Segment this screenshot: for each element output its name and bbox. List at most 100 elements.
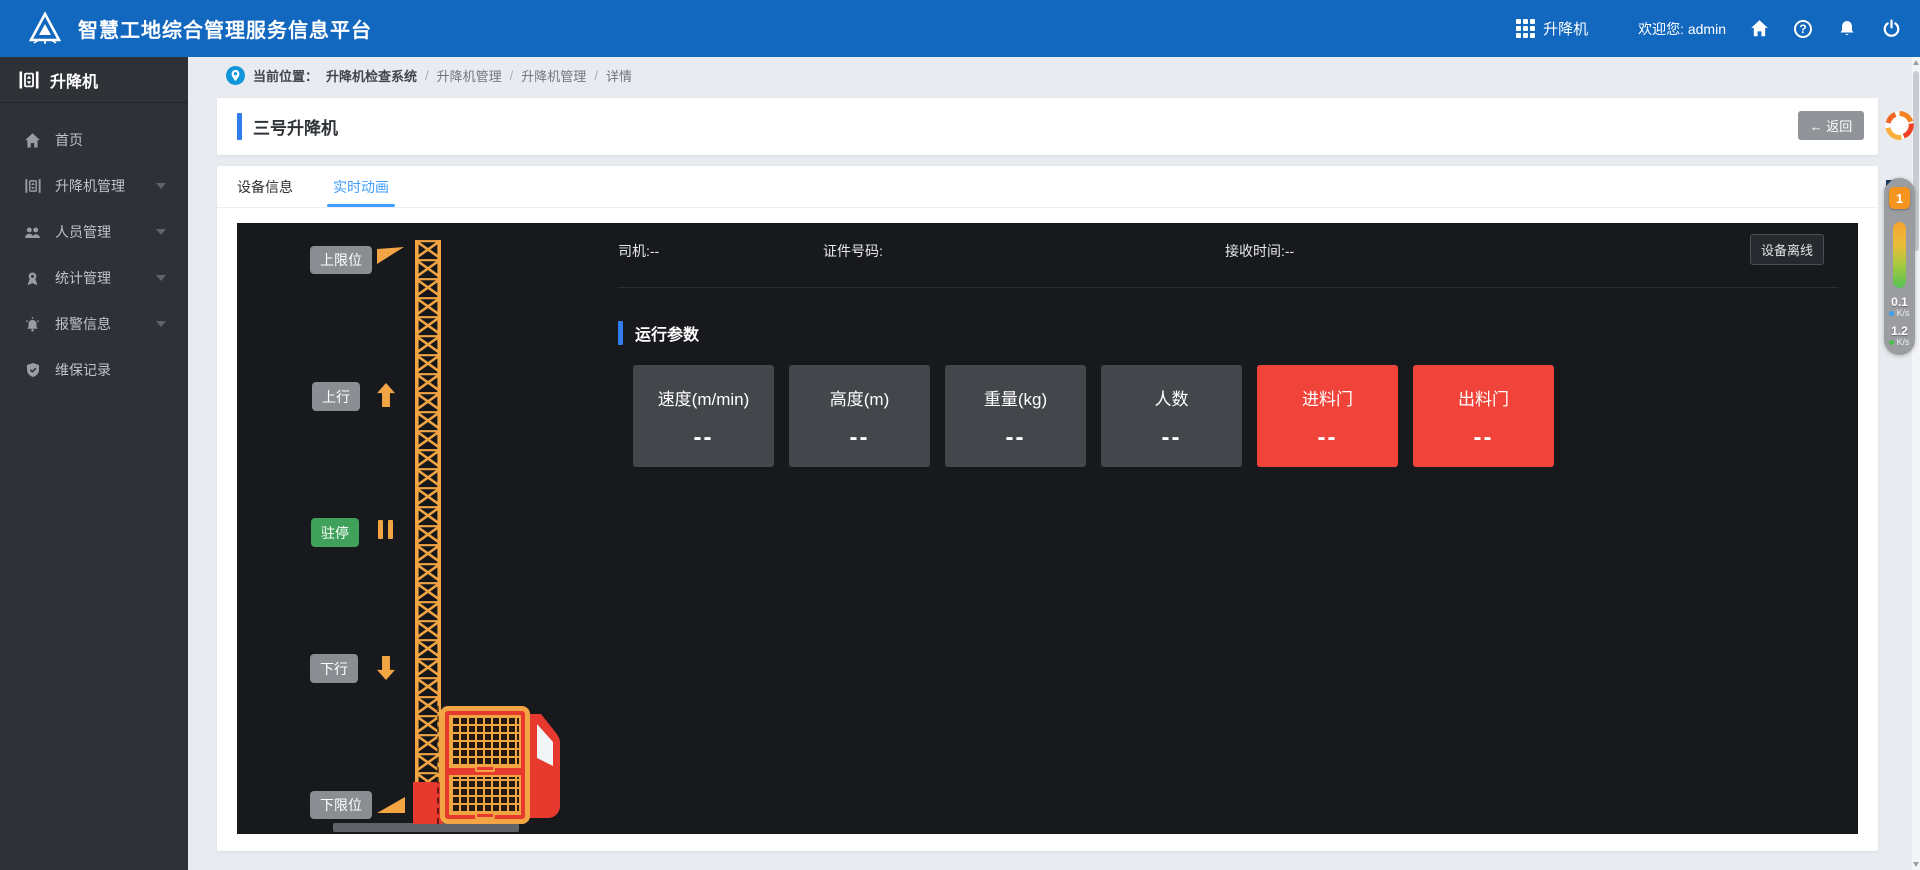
tab-realtime-animation[interactable]: 实时动画 [333, 166, 389, 207]
hoist-icon [18, 70, 40, 90]
pause-icon [378, 520, 393, 539]
sidebar-item-personnel-management[interactable]: 人员管理 [0, 209, 188, 255]
network-speed-widget[interactable]: 1 0.1 K/s 1.2 K/s [1884, 178, 1915, 355]
upload-dot-icon [1889, 340, 1894, 345]
param-card-height: 高度(m) -- [789, 365, 930, 467]
cage-mesh-panel [449, 775, 521, 815]
cage-latch [475, 765, 495, 772]
sidebar-item-label: 升降机管理 [55, 176, 125, 196]
location-pin-icon [226, 66, 245, 85]
medal-icon [24, 270, 41, 287]
home-button[interactable] [1748, 18, 1770, 40]
tab-device-info[interactable]: 设备信息 [237, 166, 293, 207]
state-ascend: 上行 [312, 382, 360, 411]
welcome-text: 欢迎您: admin [1638, 19, 1726, 39]
breadcrumb-item: 详情 [606, 66, 632, 85]
brand-logo-icon [26, 10, 64, 48]
sidebar-item-maintenance-records[interactable]: 维保记录 [0, 347, 188, 393]
scroll-up-arrow-icon[interactable] [1913, 60, 1919, 65]
username: admin [1688, 21, 1726, 37]
power-button[interactable] [1880, 18, 1902, 40]
panel-divider [618, 287, 1838, 288]
param-card-inlet-door: 进料门 -- [1257, 365, 1398, 467]
receive-time-info: 接收时间:-- [1225, 241, 1294, 261]
back-button[interactable]: ← 返回 [1798, 111, 1864, 140]
sidebar: 升降机 首页 升降机管理 人员管理 [0, 57, 188, 870]
breadcrumb: 当前位置： 升降机检查系统 / 升降机管理 / 升降机管理 / 详情 [226, 66, 632, 85]
param-label: 高度(m) [789, 385, 930, 410]
breadcrumb-root[interactable]: 升降机检查系统 [326, 66, 417, 85]
certificate-info: 证件号码: [823, 241, 883, 261]
section-title: 运行参数 [635, 321, 699, 345]
app-switcher[interactable]: 升降机 [1516, 18, 1588, 39]
driver-info: 司机:-- [618, 241, 659, 261]
active-tab-indicator [327, 204, 395, 207]
flag-icon [377, 247, 404, 264]
lift-cage [440, 706, 530, 824]
sidebar-item-statistics-management[interactable]: 统计管理 [0, 255, 188, 301]
run-params-header: 运行参数 [618, 320, 699, 346]
section-accent-bar [618, 321, 623, 345]
bell-icon [1838, 19, 1856, 38]
param-value: -- [945, 424, 1086, 452]
sidebar-item-hoist-management[interactable]: 升降机管理 [0, 163, 188, 209]
scroll-down-arrow-icon[interactable] [1913, 862, 1919, 867]
breadcrumb-item[interactable]: 升降机管理 [521, 66, 586, 85]
power-icon [1882, 19, 1901, 38]
sidebar-title: 升降机 [50, 68, 98, 92]
state-descend: 下行 [310, 654, 358, 683]
security-badge: 1 [1889, 187, 1910, 209]
shield-icon [24, 362, 41, 379]
title-accent-bar [237, 113, 242, 140]
arrow-up-icon [377, 383, 395, 407]
app-switcher-label: 升降机 [1543, 18, 1588, 39]
breadcrumb-item[interactable]: 升降机管理 [437, 66, 502, 85]
screenshot-tool-icon[interactable] [1884, 110, 1915, 141]
apps-grid-icon [1516, 19, 1535, 38]
ground-platform [333, 823, 519, 832]
chevron-down-icon [156, 321, 166, 327]
help-button[interactable]: ? [1792, 18, 1814, 40]
sidebar-item-alarm-info[interactable]: 报警信息 [0, 301, 188, 347]
question-icon: ? [1794, 20, 1812, 38]
param-card-weight: 重量(kg) -- [945, 365, 1086, 467]
param-label: 出料门 [1413, 385, 1554, 410]
sidebar-item-home[interactable]: 首页 [0, 117, 188, 163]
sidebar-item-label: 维保记录 [55, 360, 111, 380]
sidebar-item-label: 报警信息 [55, 314, 111, 334]
device-status-button[interactable]: 设备离线 [1750, 234, 1824, 265]
topbar-actions: 升降机 欢迎您: admin ? [1516, 0, 1902, 57]
home-icon [24, 132, 41, 149]
param-label: 重量(kg) [945, 385, 1086, 410]
speed-gradient-bar [1893, 222, 1906, 288]
tab-bar: 设备信息 实时动画 [217, 166, 1878, 208]
sidebar-menu: 首页 升降机管理 人员管理 统计管理 [0, 103, 188, 393]
detail-card: 设备信息 实时动画 上限位 上行 驻停 下行 下限位 [217, 166, 1878, 851]
param-label: 进料门 [1257, 385, 1398, 410]
param-value: -- [633, 424, 774, 452]
alarm-icon [24, 316, 41, 333]
platform-title: 智慧工地综合管理服务信息平台 [78, 14, 372, 43]
param-value: -- [1413, 424, 1554, 452]
chevron-down-icon [156, 183, 166, 189]
state-lower-limit: 下限位 [310, 791, 372, 819]
users-icon [24, 224, 41, 241]
state-parked: 驻停 [311, 518, 359, 547]
state-upper-limit: 上限位 [310, 246, 372, 274]
notifications-button[interactable] [1836, 18, 1858, 40]
upload-speed: 1.2 K/s [1884, 325, 1915, 347]
page-title: 三号升降机 [253, 98, 338, 155]
hoist-icon [24, 178, 41, 195]
page-title-card: 三号升降机 ← 返回 [217, 98, 1878, 155]
lift-cab [525, 714, 565, 818]
app-header: 智慧工地综合管理服务信息平台 升降机 欢迎您: admin ? [0, 0, 1920, 57]
ramp-icon [377, 797, 405, 813]
param-label: 速度(m/min) [633, 385, 774, 410]
vertical-scrollbar[interactable] [1912, 57, 1920, 870]
arrow-down-icon [377, 656, 395, 680]
param-value: -- [1257, 424, 1398, 452]
cage-latch [475, 812, 495, 819]
download-speed: 0.1 K/s [1884, 296, 1915, 318]
cursor-icon [1886, 180, 1892, 186]
rack-line [437, 706, 439, 824]
